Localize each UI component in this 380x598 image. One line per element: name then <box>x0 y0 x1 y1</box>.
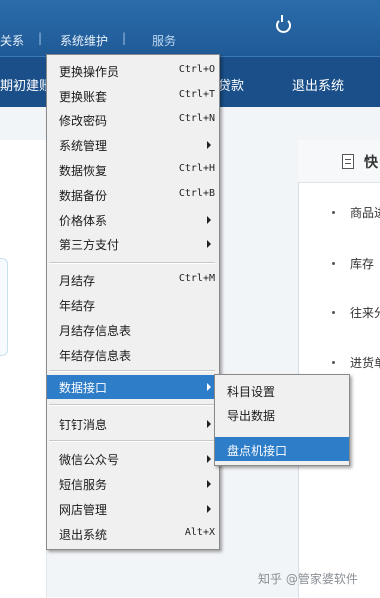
menu-item-data-backup[interactable]: 数据备份 Ctrl+B <box>47 183 219 207</box>
menu-item-label: 价格体系 <box>59 214 108 228</box>
menu-item-third-party-payment[interactable]: 第三方支付 <box>47 232 219 256</box>
bullet-icon <box>332 211 335 214</box>
menu-item-sms-service[interactable]: 短信服务 <box>47 472 219 496</box>
menu-item-shortcut: Ctrl+O <box>178 64 215 75</box>
submenu-item-label: 盘点机接口 <box>227 444 288 458</box>
submenu-item-label: 科目设置 <box>227 385 276 399</box>
menu-item-label: 年结存 <box>59 299 96 313</box>
watermark: 知乎 @管家婆软件 <box>258 572 358 586</box>
toolbar-logout[interactable]: 退出系统 <box>292 75 344 94</box>
menu-item-label: 微信公众号 <box>59 453 120 467</box>
menu-item-label: 短信服务 <box>59 478 108 492</box>
submenu-item-export-data[interactable]: 导出数据 <box>215 402 349 426</box>
menu-item-monthly-closing-report[interactable]: 月结存信息表 <box>47 318 219 342</box>
menu-item-shortcut: Ctrl+N <box>178 113 215 124</box>
submenu-arrow-icon <box>207 505 211 513</box>
toolbar-loan[interactable]: 贷款 <box>218 75 244 94</box>
menu-item-label: 修改密码 <box>59 114 108 128</box>
menu-item-yearly-closing[interactable]: 年结存 <box>47 293 219 317</box>
menu-system-maintenance[interactable]: 系统维护 <box>60 32 108 49</box>
menu-separator: | <box>122 31 127 45</box>
menu-item-label: 系统管理 <box>59 139 108 153</box>
system-maintenance-menu: 更换操作员 Ctrl+O 更换账套 Ctrl+T 修改密码 Ctrl+N 系统管… <box>46 54 220 550</box>
menu-separator <box>49 262 215 264</box>
menu-relations[interactable]: 关系 <box>0 32 24 49</box>
menu-item-change-operator[interactable]: 更换操作员 Ctrl+O <box>47 59 219 83</box>
submenu-arrow-icon <box>207 420 211 428</box>
menu-item-change-password[interactable]: 修改密码 Ctrl+N <box>47 108 219 132</box>
menu-separator <box>49 404 215 406</box>
bullet-icon <box>332 361 335 364</box>
menu-item-label: 月结存 <box>59 274 96 288</box>
menu-item-label: 数据接口 <box>59 381 108 395</box>
bullet-icon <box>332 262 335 265</box>
submenu-arrow-icon <box>207 240 211 248</box>
menu-item-dingtalk-messages[interactable]: 钉钉消息 <box>47 412 219 436</box>
submenu-item-inventory-scanner-interface[interactable]: 盘点机接口 <box>215 437 349 461</box>
top-menu-bar: 关系 | 系统维护 | 服务 <box>0 0 380 56</box>
quick-link-transactions[interactable]: 往来分 <box>350 304 380 321</box>
submenu-item-account-settings[interactable]: 科目设置 <box>215 378 349 402</box>
menu-item-data-restore[interactable]: 数据恢复 Ctrl+H <box>47 158 219 182</box>
menu-item-label: 更换账套 <box>59 90 108 104</box>
quick-link-stock[interactable]: 库存 <box>350 255 374 272</box>
menu-item-exit-system[interactable]: 退出系统 Alt+X <box>47 522 219 546</box>
toolbar-opening-account[interactable]: 期初建账 <box>0 75 52 94</box>
menu-item-label: 钉钉消息 <box>59 418 108 432</box>
menu-item-label: 数据备份 <box>59 189 108 203</box>
menu-item-monthly-closing[interactable]: 月结存 Ctrl+M <box>47 268 219 292</box>
menu-separator <box>49 440 215 442</box>
submenu-arrow-icon <box>207 455 211 463</box>
menu-item-shortcut: Ctrl+B <box>178 188 215 199</box>
menu-item-label: 更换操作员 <box>59 65 120 79</box>
menu-item-label: 年结存信息表 <box>59 349 132 363</box>
quick-panel-title: 快 <box>364 155 378 171</box>
left-card <box>0 258 8 356</box>
menu-item-price-system[interactable]: 价格体系 <box>47 208 219 232</box>
submenu-arrow-icon <box>207 141 211 149</box>
menu-item-online-store-management[interactable]: 网店管理 <box>47 497 219 521</box>
menu-item-label: 第三方支付 <box>59 238 120 252</box>
menu-item-shortcut: Ctrl+T <box>178 89 215 100</box>
menu-item-yearly-closing-report[interactable]: 年结存信息表 <box>47 343 219 367</box>
menu-item-label: 月结存信息表 <box>59 324 132 338</box>
menu-item-change-account-set[interactable]: 更换账套 Ctrl+T <box>47 84 219 108</box>
menu-item-shortcut: Ctrl+H <box>178 163 215 174</box>
bullet-icon <box>332 311 335 314</box>
menu-item-label: 网店管理 <box>59 503 108 517</box>
submenu-arrow-icon <box>207 480 211 488</box>
power-icon[interactable] <box>276 15 291 33</box>
submenu-arrow-icon <box>207 383 211 391</box>
submenu-item-label: 导出数据 <box>227 409 276 423</box>
menu-item-shortcut: Ctrl+M <box>178 273 215 284</box>
document-icon <box>342 154 354 169</box>
menu-item-wechat-official-account[interactable]: 微信公众号 <box>47 447 219 471</box>
quick-link-goods[interactable]: 商品进 <box>350 204 380 221</box>
menu-separator <box>49 370 215 372</box>
data-interface-submenu: 科目设置 导出数据 盘点机接口 <box>214 374 350 466</box>
menu-item-label: 数据恢复 <box>59 164 108 178</box>
left-panel <box>0 140 47 598</box>
quick-link-purchase[interactable]: 进货单 <box>350 354 380 371</box>
submenu-arrow-icon <box>207 216 211 224</box>
menu-separator: | <box>38 31 43 45</box>
menu-item-system-management[interactable]: 系统管理 <box>47 133 219 157</box>
menu-item-label: 退出系统 <box>59 528 108 542</box>
menu-item-shortcut: Alt+X <box>184 527 215 538</box>
menu-service[interactable]: 服务 <box>152 32 176 49</box>
menu-item-data-interface[interactable]: 数据接口 <box>47 375 219 399</box>
